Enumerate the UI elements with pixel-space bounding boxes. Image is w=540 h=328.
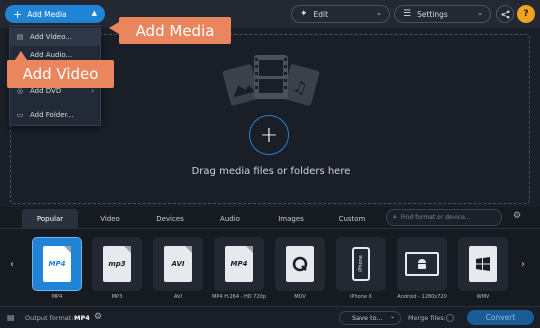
format-item-iphone[interactable]: iPhone iPhone X <box>334 237 388 309</box>
chevron-left-icon[interactable]: ‹ <box>10 259 14 270</box>
edit-dropdown[interactable]: ✦ Edit ⌄ <box>291 5 390 23</box>
iphone-icon: iPhone <box>352 247 370 281</box>
quicktime-icon <box>292 256 308 272</box>
format-carousel: ‹ MP4 MP4 mp3 MP3 AVI AVI MP4 MP4 H.264 … <box>0 229 540 311</box>
chevron-right-icon[interactable]: › <box>521 259 525 270</box>
status-bar: ▤ Output format: MP4 ⚙ Save to... ⌄ Merg… <box>0 306 540 328</box>
tab-images[interactable]: Images <box>262 209 320 229</box>
output-format-value[interactable]: MP4 <box>74 314 90 322</box>
windows-icon <box>476 257 490 271</box>
add-media-label: Add Media <box>27 9 67 19</box>
media-types-illustration: ♫ <box>222 55 320 106</box>
help-button[interactable]: ? <box>517 5 535 23</box>
avi-file-icon: AVI <box>164 246 192 282</box>
drop-zone-hint: Drag media files or folders here <box>191 166 351 177</box>
format-item-mp4[interactable]: MP4 MP4 <box>30 237 84 309</box>
format-label: MOV <box>294 294 306 300</box>
tab-popular[interactable]: Popular <box>22 209 78 229</box>
format-item-android[interactable]: Android - 1280x720 <box>395 237 449 309</box>
format-search: ⌕ <box>386 209 502 226</box>
format-label: WMV <box>476 294 490 300</box>
chevron-down-icon: ⌄ <box>376 9 382 17</box>
format-tile <box>275 237 325 291</box>
android-tv-icon <box>405 252 439 276</box>
toolbar: + Add Media ▲ ✦ Edit ⌄ ☰ Settings ⌄ ? <box>0 0 540 28</box>
chevron-down-icon: ⌄ <box>389 313 395 320</box>
share-button[interactable] <box>496 5 514 23</box>
wmv-file-icon <box>469 246 497 282</box>
format-tile <box>397 237 447 291</box>
format-label: iPhone X <box>350 294 372 300</box>
format-settings-icon[interactable]: ⚙ <box>510 211 524 225</box>
share-icon <box>501 10 509 18</box>
tab-devices[interactable]: Devices <box>142 209 198 229</box>
format-tabs: Popular Video Devices Audio Images Custo… <box>0 207 540 229</box>
merge-files-label: Merge files: <box>408 314 446 322</box>
menu-item-label: Add Audio... <box>30 51 73 59</box>
format-tile <box>458 237 508 291</box>
sliders-icon: ☰ <box>403 9 412 19</box>
format-item-avi[interactable]: AVI AVI <box>151 237 205 309</box>
output-format-gear-icon[interactable]: ⚙ <box>94 312 102 322</box>
menu-item-add-video[interactable]: ▤ Add Video... <box>10 28 100 46</box>
callout-add-video: Add Video <box>7 51 114 88</box>
plus-icon: + <box>13 7 23 21</box>
callout-add-media: Add Media <box>109 17 231 44</box>
film-icon: ▤ <box>16 33 24 41</box>
format-tile: mp3 <box>92 237 142 291</box>
menu-item-add-folder[interactable]: ▭ Add Folder... <box>10 106 100 124</box>
quicktime-file-icon <box>286 246 314 282</box>
folder-icon: ▭ <box>16 111 24 119</box>
format-label: MP4 <box>51 294 63 300</box>
format-label: AVI <box>174 294 182 300</box>
android-icon <box>418 259 426 269</box>
format-tile: MP4 <box>214 237 264 291</box>
format-item-mp4-hd[interactable]: MP4 MP4 H.264 - HD 720p <box>212 237 266 309</box>
edit-label: Edit <box>313 9 329 19</box>
save-to-label: Save to... <box>352 314 383 322</box>
search-icon: ⌕ <box>393 213 397 221</box>
format-label: MP3 <box>111 294 123 300</box>
settings-label: Settings <box>417 9 448 19</box>
convert-button[interactable]: Convert <box>467 310 534 325</box>
tab-video[interactable]: Video <box>82 209 138 229</box>
merge-files-toggle[interactable] <box>446 314 454 322</box>
chevron-right-icon: › <box>91 87 94 95</box>
tab-custom[interactable]: Custom <box>324 209 380 229</box>
mp4-hd-file-icon: MP4 <box>225 246 253 282</box>
settings-dropdown[interactable]: ☰ Settings ⌄ <box>394 5 491 23</box>
add-media-button[interactable]: + Add Media ▲ <box>5 5 105 23</box>
format-tile: MP4 <box>32 237 82 291</box>
disc-icon: ◎ <box>16 87 24 95</box>
format-item-mov[interactable]: MOV <box>273 237 327 309</box>
format-item-mp3[interactable]: mp3 MP3 <box>90 237 144 309</box>
chevron-down-icon: ⌄ <box>477 9 483 17</box>
format-tile: AVI <box>153 237 203 291</box>
save-to-dropdown[interactable]: Save to... ⌄ <box>339 311 401 325</box>
add-files-plus-button[interactable]: + <box>249 115 289 155</box>
format-label: MP4 H.264 - HD 720p <box>212 294 266 300</box>
output-format-label: Output format: <box>25 314 74 322</box>
format-tile: iPhone <box>336 237 386 291</box>
chevron-up-icon: ▲ <box>91 9 97 17</box>
menu-item-label: Add Video... <box>30 33 72 41</box>
format-item-wmv[interactable]: WMV <box>456 237 510 309</box>
menu-item-label: Add DVD <box>30 87 62 95</box>
menu-item-label: Add Folder... <box>30 111 74 119</box>
mp3-file-icon: mp3 <box>103 246 131 282</box>
mp4-file-icon: MP4 <box>43 246 71 282</box>
tab-audio[interactable]: Audio <box>202 209 258 229</box>
output-folder-icon[interactable]: ▤ <box>7 313 15 322</box>
magic-wand-icon: ✦ <box>300 9 308 19</box>
format-label: Android - 1280x720 <box>397 294 447 300</box>
format-search-input[interactable] <box>400 214 489 221</box>
